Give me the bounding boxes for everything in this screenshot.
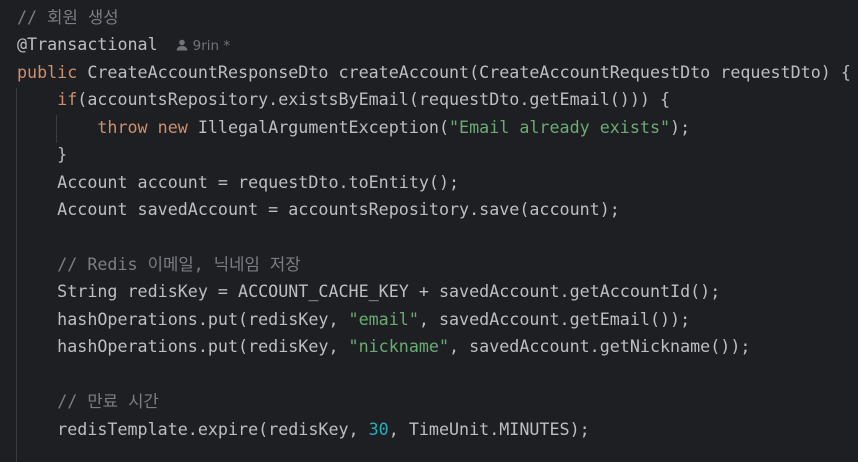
- code-line[interactable]: [17, 224, 851, 251]
- string-literal: "Email already exists": [449, 116, 671, 137]
- code-line[interactable]: // 회원 생성: [17, 4, 851, 31]
- code-line[interactable]: redisTemplate.expire(redisKey, 30, TimeU…: [17, 416, 851, 443]
- author-hint[interactable]: 9rin *: [176, 38, 231, 55]
- code-token: );: [670, 116, 691, 137]
- code-line[interactable]: @Transactional 9rin *: [17, 31, 851, 58]
- code-token: , TimeUnit.MINUTES);: [388, 418, 590, 439]
- code-token: hashOperations.put(redisKey,: [17, 336, 349, 357]
- code-token: String redisKey = ACCOUNT_CACHE_KEY + sa…: [17, 281, 721, 302]
- string-literal: "nickname": [348, 336, 450, 357]
- code-token: Account savedAccount = accountsRepositor…: [17, 199, 620, 220]
- code-token: Account account = requestDto.toEntity();: [17, 171, 460, 192]
- code-line[interactable]: public CreateAccountResponseDto createAc…: [17, 59, 851, 86]
- user-icon: [176, 40, 188, 51]
- code-line[interactable]: String redisKey = ACCOUNT_CACHE_KEY + sa…: [17, 278, 851, 305]
- code-line[interactable]: hashOperations.put(redisKey, "email", sa…: [17, 306, 851, 333]
- code-token: , savedAccount.getEmail());: [418, 308, 691, 329]
- number-literal: 30: [368, 418, 389, 439]
- code-token: }: [17, 144, 68, 165]
- code-line[interactable]: // Redis 이메일, 닉네임 저장: [17, 251, 851, 278]
- comment: // 만료 시간: [57, 391, 159, 412]
- keyword: throw new: [97, 116, 198, 137]
- code-token: , savedAccount.getNickname());: [449, 336, 751, 357]
- code-line[interactable]: }: [17, 141, 851, 168]
- code-token: @Transactional: [17, 34, 158, 55]
- keyword: if: [57, 89, 78, 110]
- string-literal: "email": [348, 308, 419, 329]
- code-line[interactable]: if(accountsRepository.existsByEmail(requ…: [17, 86, 851, 113]
- code-line[interactable]: Account account = requestDto.toEntity();: [17, 169, 851, 196]
- code-token: (accountsRepository.existsByEmail(reques…: [77, 89, 671, 110]
- code-editor[interactable]: // 회원 생성 @Transactional 9rin * public Creat…: [17, 4, 851, 443]
- comment: // Redis 이메일, 닉네임 저장: [57, 253, 301, 274]
- code-token: IllegalArgumentException(: [197, 116, 450, 137]
- author-name: 9rin *: [192, 38, 231, 55]
- comment: // 회원 생성: [17, 7, 119, 27]
- code-line[interactable]: [17, 361, 851, 388]
- code-line[interactable]: Account savedAccount = accountsRepositor…: [17, 196, 851, 223]
- code-line[interactable]: throw new IllegalArgumentException("Emai…: [17, 114, 851, 141]
- code-token: hashOperations.put(redisKey,: [17, 308, 349, 329]
- code-line[interactable]: hashOperations.put(redisKey, "nickname",…: [17, 333, 851, 360]
- code-token: redisTemplate.expire(redisKey,: [17, 418, 369, 439]
- code-token: CreateAccountResponseDto createAccount(C…: [87, 61, 851, 82]
- keyword: public: [17, 61, 88, 82]
- code-line[interactable]: // 만료 시간: [17, 388, 851, 415]
